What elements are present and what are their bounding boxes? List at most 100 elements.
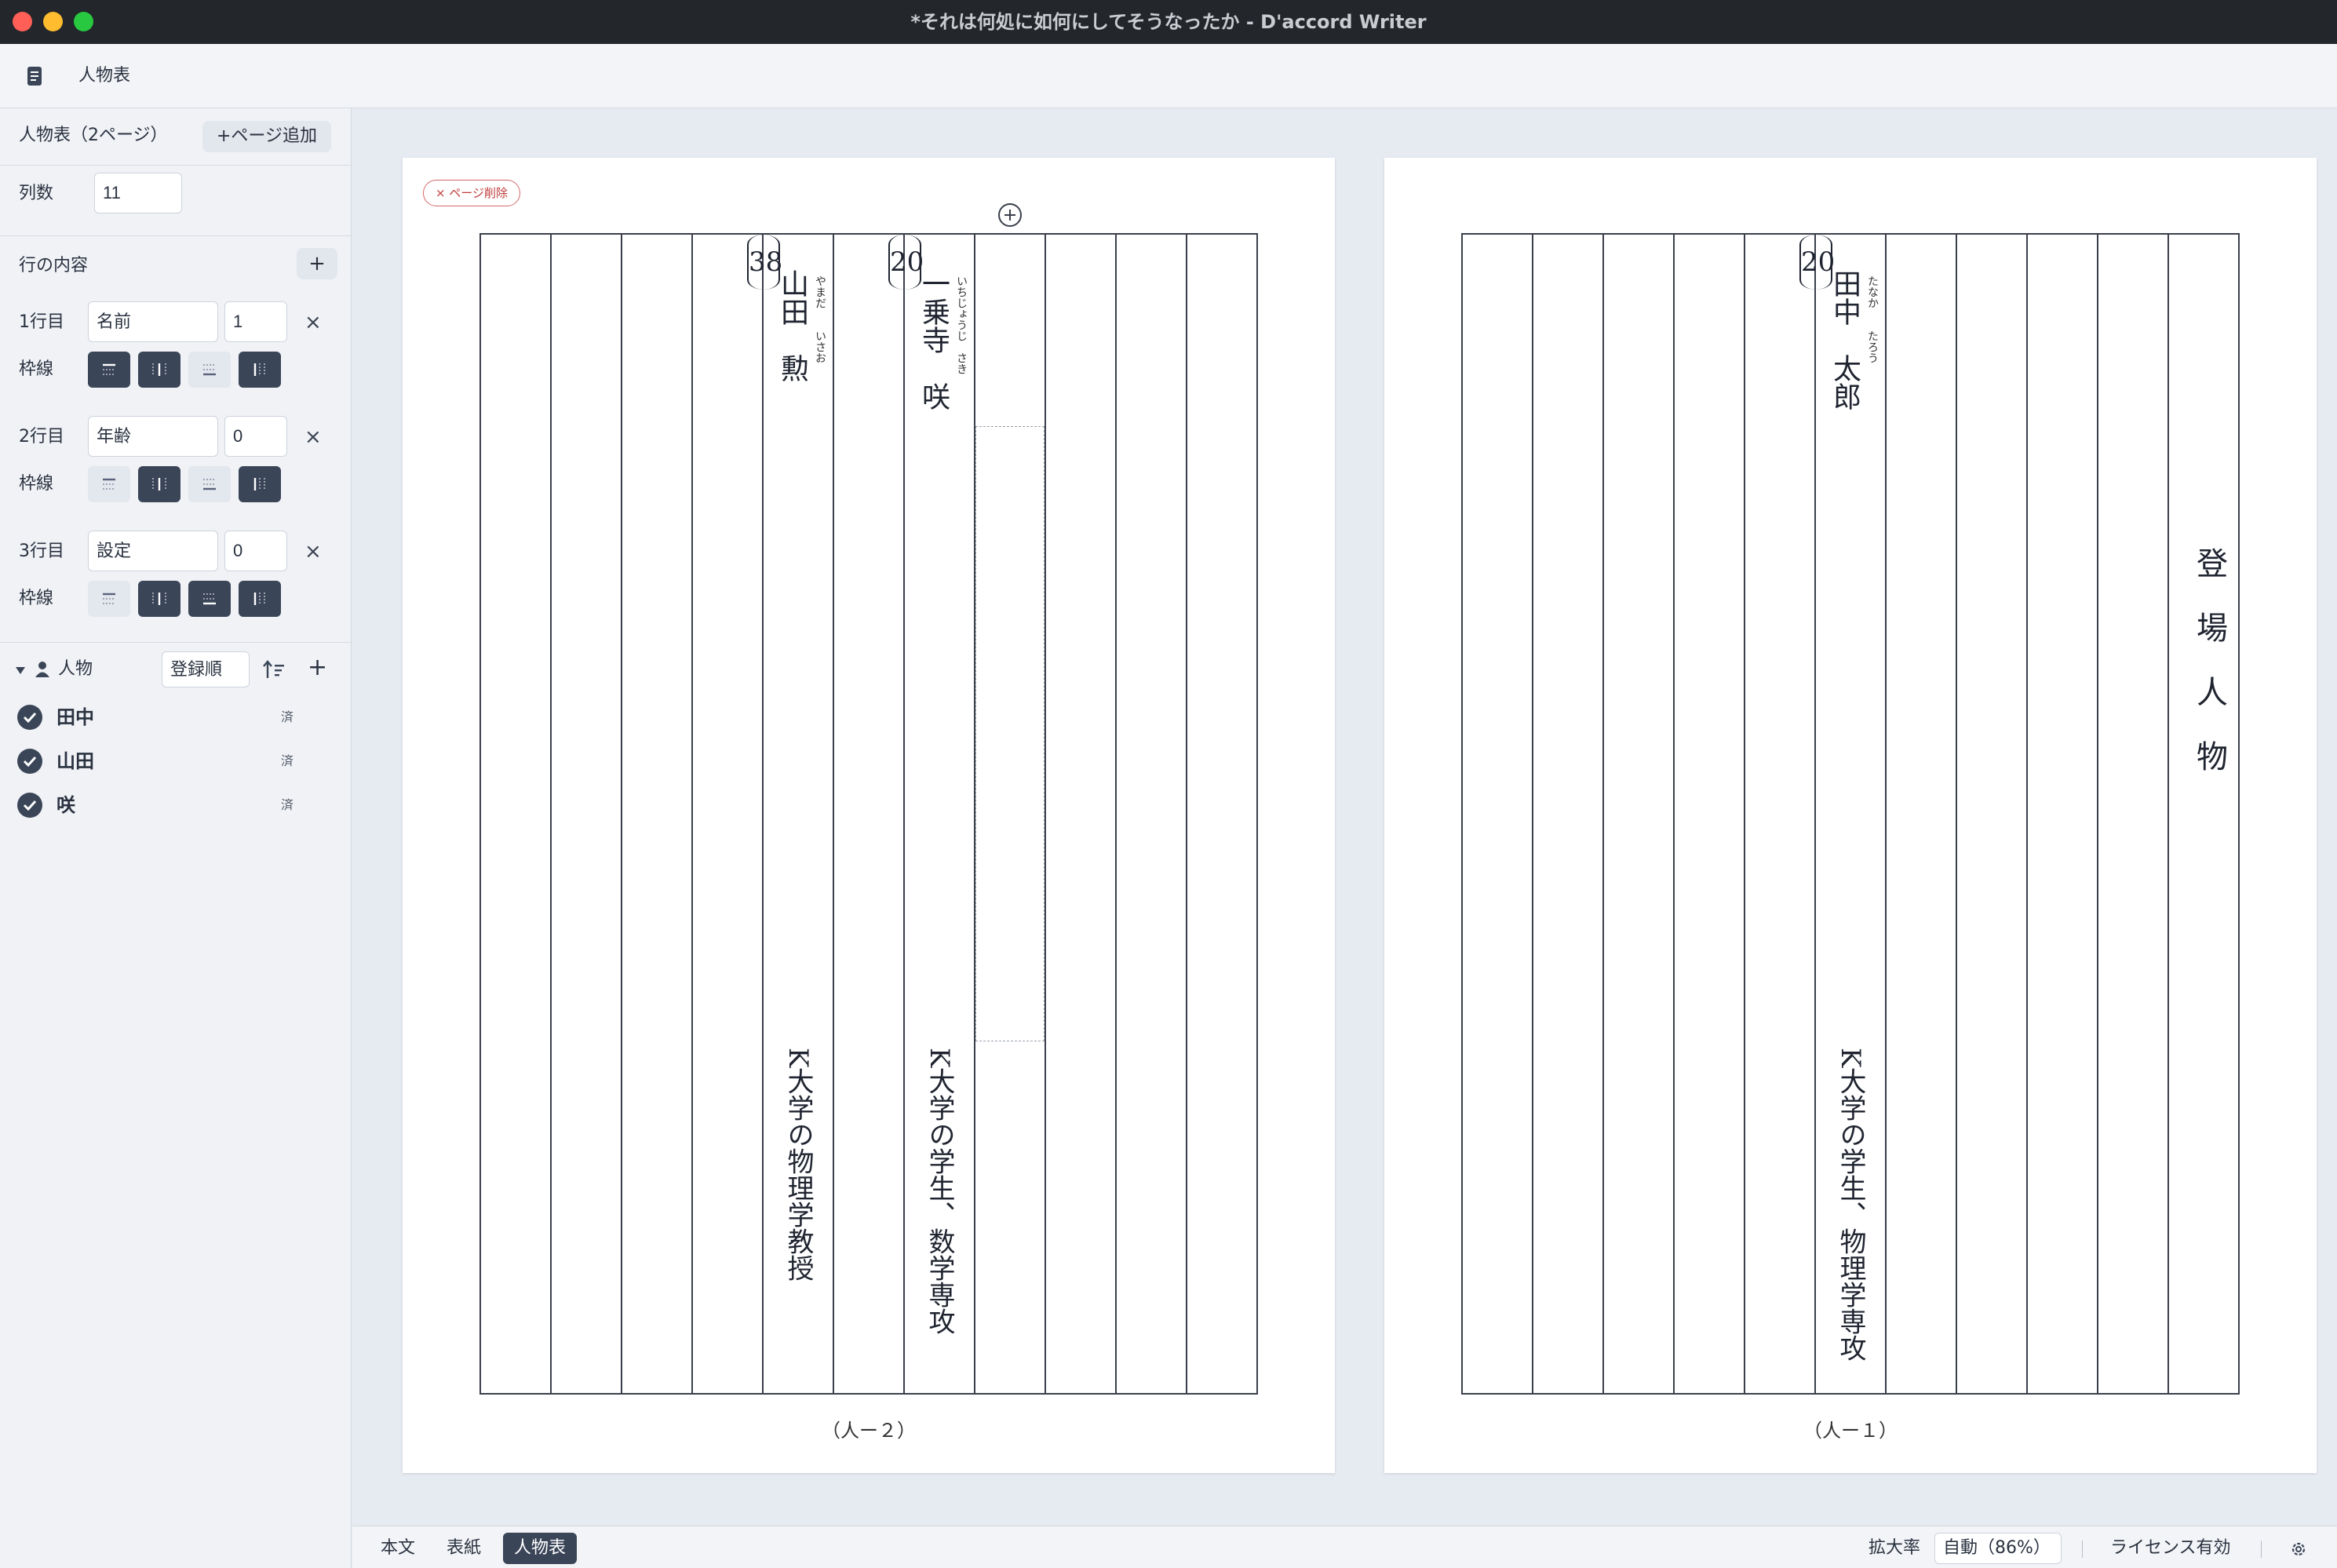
- bottom-border-toggle[interactable]: [188, 581, 231, 617]
- left-border-toggle[interactable]: [239, 581, 281, 617]
- border-style-icon: [253, 593, 265, 605]
- row-3-count-input[interactable]: 0: [224, 531, 287, 571]
- add-person-button[interactable]: +: [308, 655, 327, 681]
- person-name: 田中: [57, 706, 94, 728]
- row-3-label: 3行目: [19, 542, 64, 561]
- checkmark-icon[interactable]: [17, 705, 42, 730]
- character-name[interactable]: 一乗寺 咲: [917, 269, 950, 410]
- border-style-icon: [103, 478, 115, 490]
- divider: [2082, 1541, 2083, 1558]
- remove-row-1-button[interactable]: ×: [304, 311, 322, 334]
- character-name[interactable]: 田中 太郎: [1828, 269, 1861, 410]
- status-bar: 本文 表紙 人物表 拡大率 自動（86%） ライセンス有効: [352, 1526, 2337, 1568]
- grid-column[interactable]: [2097, 235, 2167, 1393]
- grid-column[interactable]: [691, 235, 762, 1393]
- checkmark-icon[interactable]: [17, 793, 42, 818]
- grid-column[interactable]: [2026, 235, 2097, 1393]
- sheet-title: 人物表（2ページ）: [19, 126, 168, 145]
- border-style-icon: [203, 479, 216, 490]
- left-border-toggle[interactable]: [239, 466, 281, 502]
- checkmark-icon[interactable]: [17, 749, 42, 774]
- manuscript-canvas: × ページ削除 山田 勲 やまだ いさお 38 K大学の物理学教授 一乗寺 咲 …: [352, 109, 2337, 1526]
- delete-page-button[interactable]: × ページ削除: [423, 180, 520, 206]
- grid-column[interactable]: 登場人物: [2167, 235, 2238, 1393]
- side-border-toggle[interactable]: [138, 581, 180, 617]
- column-drop-target[interactable]: [975, 426, 1045, 1041]
- row-2-field-input[interactable]: 年齢: [88, 416, 218, 457]
- grid-column[interactable]: [1532, 235, 1602, 1393]
- grid-column[interactable]: [1115, 235, 1186, 1393]
- zoom-select[interactable]: 自動（86%）: [1934, 1533, 2062, 1564]
- add-column-icon[interactable]: [997, 202, 1023, 228]
- window-title: *それは何処に如何にしてそうなったか - D'accord Writer: [910, 11, 1427, 33]
- add-row-button[interactable]: +: [297, 248, 337, 279]
- border-style-icon: [103, 593, 115, 604]
- grid-column[interactable]: [1602, 235, 1673, 1393]
- grid-column[interactable]: 一乗寺 咲 いちじょうじ さき 20 K大学の学生、数学専攻: [888, 235, 974, 1393]
- row-1-field-input[interactable]: 名前: [88, 301, 218, 342]
- person-status: 済: [281, 709, 294, 724]
- collapse-triangle-icon[interactable]: [14, 664, 27, 676]
- tab-body[interactable]: 本文: [370, 1533, 426, 1564]
- border-style-icon: [253, 363, 265, 376]
- toolbar-view-label: 人物表: [78, 66, 131, 86]
- grid-column[interactable]: [1885, 235, 1956, 1393]
- columns-input[interactable]: 11: [94, 173, 182, 213]
- row-3-field-input[interactable]: 設定: [88, 531, 218, 571]
- grid-column[interactable]: [1744, 235, 1814, 1393]
- row-2-count-input[interactable]: 0: [224, 416, 287, 457]
- person-status: 済: [281, 797, 294, 812]
- character-name[interactable]: 山田 勲: [776, 269, 808, 382]
- border-style-icon: [152, 363, 166, 376]
- gear-icon[interactable]: [2289, 1540, 2308, 1559]
- person-name: 山田: [57, 750, 94, 772]
- grid-column[interactable]: [550, 235, 621, 1393]
- side-border-toggle[interactable]: [138, 466, 180, 502]
- bottom-border-toggle[interactable]: [188, 466, 231, 502]
- grid-column[interactable]: [481, 235, 550, 1393]
- grid-column[interactable]: [1186, 235, 1256, 1393]
- character-setting[interactable]: K大学の物理学教授: [781, 1048, 815, 1281]
- person-status: 済: [281, 753, 294, 768]
- character-page-2: × ページ削除 山田 勲 やまだ いさお 38 K大学の物理学教授 一乗寺 咲 …: [403, 158, 1335, 1473]
- character-age[interactable]: 38: [747, 235, 782, 290]
- sort-icon[interactable]: [262, 659, 286, 680]
- remove-row-2-button[interactable]: ×: [304, 425, 322, 449]
- page-number: （人ー１）: [1803, 1420, 1898, 1442]
- grid-column[interactable]: [1673, 235, 1744, 1393]
- sidebar: 人物表（2ページ） +ページ追加 列数 11 行の内容 + 1行目 名前 1 ×…: [0, 108, 352, 1568]
- top-border-toggle[interactable]: [88, 352, 130, 388]
- grid-column[interactable]: [1956, 235, 2026, 1393]
- grid-column[interactable]: [833, 235, 903, 1393]
- divider: [0, 165, 351, 166]
- document-icon[interactable]: [27, 66, 42, 86]
- character-setting[interactable]: K大学の学生、数学専攻: [922, 1048, 957, 1334]
- license-status[interactable]: ライセンス有効: [2110, 1533, 2231, 1564]
- grid-column[interactable]: [974, 235, 1045, 1393]
- grid-column[interactable]: [621, 235, 691, 1393]
- add-page-button[interactable]: +ページ追加: [202, 121, 331, 152]
- side-border-toggle[interactable]: [138, 352, 180, 388]
- divider: [0, 235, 351, 236]
- sort-order-select[interactable]: 登録順: [162, 651, 250, 687]
- character-grid: 山田 勲 やまだ いさお 38 K大学の物理学教授 一乗寺 咲 いちじょうじ さ…: [479, 233, 1258, 1395]
- character-age[interactable]: 20: [888, 235, 924, 290]
- remove-row-3-button[interactable]: ×: [304, 540, 322, 563]
- toolbar: 人物表: [0, 44, 2337, 108]
- grid-column[interactable]: 田中 太郎 たなか たろう 20 K大学の学生、物理学専攻: [1799, 235, 1885, 1393]
- row-1-label: 1行目: [19, 312, 64, 332]
- character-age[interactable]: 20: [1799, 235, 1835, 290]
- border-style-icon: [203, 364, 216, 376]
- row-2-label: 2行目: [19, 427, 64, 447]
- left-border-toggle[interactable]: [239, 352, 281, 388]
- character-setting[interactable]: K大学の学生、物理学専攻: [1833, 1048, 1868, 1361]
- grid-column[interactable]: [1463, 235, 1532, 1393]
- top-border-toggle[interactable]: [88, 581, 130, 617]
- tab-character-sheet[interactable]: 人物表: [503, 1533, 578, 1564]
- bottom-border-toggle[interactable]: [188, 352, 231, 388]
- top-border-toggle[interactable]: [88, 466, 130, 502]
- row-1-count-input[interactable]: 1: [224, 301, 287, 342]
- tab-cover[interactable]: 表紙: [436, 1533, 492, 1564]
- grid-column[interactable]: [1045, 235, 1115, 1393]
- grid-column[interactable]: 山田 勲 やまだ いさお 38 K大学の物理学教授: [747, 235, 833, 1393]
